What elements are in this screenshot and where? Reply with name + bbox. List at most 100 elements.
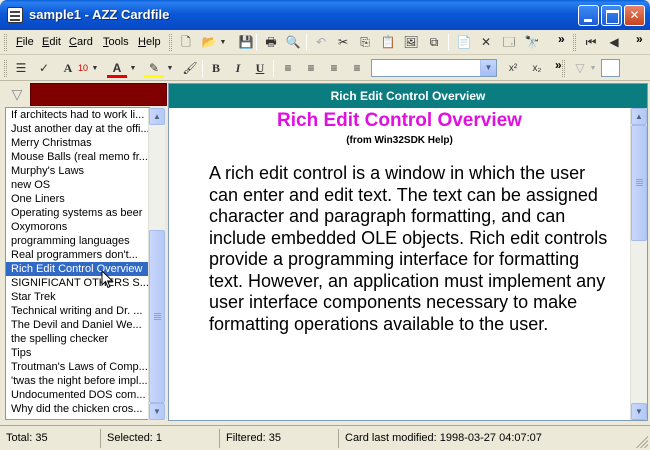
list-scrollbar[interactable]: ▲ ▼ bbox=[148, 108, 165, 420]
filter-toolbar-icon[interactable]: ▽ bbox=[570, 59, 590, 78]
paste-icon[interactable]: 📋 bbox=[378, 33, 398, 52]
align-center-icon[interactable]: ≡ bbox=[301, 59, 321, 78]
close-button[interactable]: ✕ bbox=[624, 5, 645, 26]
font-color-dropdown-icon[interactable]: ▼ bbox=[128, 59, 138, 78]
minimize-button[interactable] bbox=[578, 5, 599, 26]
highlight-dropdown-icon[interactable]: ▼ bbox=[165, 59, 175, 78]
chevron-down-icon[interactable]: ▼ bbox=[480, 60, 496, 76]
scroll-up-button[interactable]: ▲ bbox=[149, 108, 165, 125]
new-card-icon[interactable]: 📄 bbox=[454, 33, 474, 52]
list-item[interactable]: Technical writing and Dr. ... bbox=[6, 304, 149, 318]
filter-toolbar-grip[interactable] bbox=[562, 60, 565, 77]
menu-toolbar-row: File Edit Card Tools Help 🗋 📂 ▼ 💾 🖶 🔍 ↶ … bbox=[0, 30, 650, 55]
format-overflow-chevron[interactable]: » bbox=[555, 58, 562, 72]
first-card-icon[interactable]: ⏮ bbox=[581, 33, 601, 52]
save-icon[interactable]: 💾 bbox=[236, 33, 256, 52]
card-scroll-up-button[interactable]: ▲ bbox=[631, 108, 647, 125]
list-item[interactable]: Oxymorons bbox=[6, 220, 149, 234]
toolbar-separator bbox=[306, 34, 307, 51]
list-item[interactable]: Mouse Balls (real memo fr... bbox=[6, 150, 149, 164]
list-item[interactable]: the spelling checker bbox=[6, 332, 149, 346]
open-dropdown-icon[interactable]: ▼ bbox=[218, 33, 228, 52]
list-item[interactable]: Real programmers don't... bbox=[6, 248, 149, 262]
font-icon[interactable]: A bbox=[58, 59, 78, 78]
title-bar: sample1 - AZZ Cardfile ✕ bbox=[0, 0, 650, 30]
subscript-button[interactable]: x₂ bbox=[527, 59, 547, 78]
list-item[interactable]: SIGNIFICANT OTHERS S... bbox=[6, 276, 149, 290]
previous-card-icon[interactable]: ◀ bbox=[604, 33, 624, 52]
list-item[interactable]: If architects had to work li... bbox=[6, 108, 149, 122]
list-item[interactable]: 'twas the night before impl... bbox=[6, 374, 149, 388]
find-icon[interactable]: 🔭 bbox=[522, 33, 542, 52]
superscript-button[interactable]: x² bbox=[503, 59, 523, 78]
toolbar-grip[interactable] bbox=[169, 34, 172, 51]
card-body-text[interactable]: A rich edit control is a window in which… bbox=[209, 163, 609, 335]
toolbar-overflow-chevron[interactable]: » bbox=[558, 32, 565, 46]
font-color-icon[interactable]: A bbox=[107, 59, 127, 78]
card-scrollbar[interactable]: ▲ ▼ bbox=[630, 108, 647, 420]
print-preview-icon[interactable]: 🔍 bbox=[283, 33, 303, 52]
list-item[interactable]: Troutman's Laws of Comp... bbox=[6, 360, 149, 374]
insert-picture-icon[interactable]: 🖼 bbox=[401, 33, 421, 52]
toolbar-separator bbox=[256, 34, 257, 51]
menu-grip[interactable] bbox=[4, 34, 7, 51]
list-item[interactable]: Operating systems as beer bbox=[6, 206, 149, 220]
menu-help[interactable]: Help bbox=[138, 36, 161, 48]
list-item[interactable]: One Liners bbox=[6, 192, 149, 206]
style-combobox[interactable]: ▼ bbox=[371, 59, 497, 77]
format-toolbar-grip[interactable] bbox=[4, 60, 7, 77]
align-right-icon[interactable]: ≡ bbox=[324, 59, 344, 78]
nav-toolbar-grip[interactable] bbox=[573, 34, 576, 51]
underline-button[interactable]: U bbox=[250, 59, 270, 78]
nav-overflow-chevron[interactable]: » bbox=[636, 32, 643, 46]
copy-icon[interactable]: ⎘ bbox=[355, 33, 375, 52]
menu-file[interactable]: File bbox=[16, 36, 34, 48]
bold-button[interactable]: B bbox=[206, 59, 226, 78]
print-icon[interactable]: 🖶 bbox=[261, 33, 281, 52]
card-list[interactable]: If architects had to work li... Just anot… bbox=[5, 107, 150, 420]
list-item[interactable]: Just another day at the offi... bbox=[6, 122, 149, 136]
format-painter-icon[interactable]: 🖌 bbox=[180, 59, 200, 78]
list-item[interactable]: Murphy's Laws bbox=[6, 164, 149, 178]
list-item[interactable]: new OS bbox=[6, 178, 149, 192]
spell-check-icon[interactable]: ✓ bbox=[34, 59, 54, 78]
font-size-dropdown-icon[interactable]: ▼ bbox=[90, 59, 100, 78]
scroll-down-button[interactable]: ▼ bbox=[149, 403, 165, 420]
resize-grip[interactable] bbox=[636, 436, 648, 448]
list-item[interactable]: Tips bbox=[6, 346, 149, 360]
menu-file-label: ile bbox=[22, 36, 34, 48]
delete-card-icon[interactable]: ✕ bbox=[476, 33, 496, 52]
card-scroll-thumb[interactable] bbox=[631, 125, 647, 241]
highlight-icon[interactable]: ✎ bbox=[144, 59, 164, 78]
filter-input[interactable] bbox=[30, 83, 167, 106]
list-item[interactable]: Star Trek bbox=[6, 290, 149, 304]
list-item[interactable]: programming languages bbox=[6, 234, 149, 248]
app-icon[interactable] bbox=[7, 7, 23, 23]
list-item-selected[interactable]: Rich Edit Control Overview bbox=[6, 262, 149, 276]
list-item[interactable]: The Devil and Daniel We... bbox=[6, 318, 149, 332]
list-item[interactable]: Why did the chicken cros... bbox=[6, 402, 149, 416]
list-item[interactable]: Merry Christmas bbox=[6, 136, 149, 150]
align-left-icon[interactable]: ≡ bbox=[278, 59, 298, 78]
open-icon[interactable]: 📂 bbox=[199, 33, 219, 52]
undo-icon[interactable]: ↶ bbox=[311, 33, 331, 52]
filter-icon[interactable]: ▽ bbox=[6, 86, 28, 104]
menu-tools[interactable]: Tools bbox=[103, 36, 129, 48]
filter-toolbar-dropdown-icon[interactable]: ▼ bbox=[588, 59, 598, 78]
maximize-button[interactable] bbox=[601, 5, 622, 26]
numbering-icon[interactable]: ☰ bbox=[11, 59, 31, 78]
filter-toolbar-field[interactable] bbox=[601, 59, 620, 77]
list-item[interactable]: Undocumented DOS com... bbox=[6, 388, 149, 402]
card-content[interactable]: Rich Edit Control Overview (from Win32SD… bbox=[169, 108, 630, 420]
insert-object-icon[interactable]: ⧉ bbox=[424, 33, 444, 52]
italic-button[interactable]: I bbox=[228, 59, 248, 78]
menu-edit[interactable]: Edit bbox=[42, 36, 61, 48]
card-properties-icon[interactable]: 🗔 bbox=[499, 33, 519, 52]
font-size-label[interactable]: 10 bbox=[76, 59, 90, 78]
cut-icon[interactable]: ✂ bbox=[333, 33, 353, 52]
scroll-thumb[interactable] bbox=[149, 230, 165, 403]
card-scroll-down-button[interactable]: ▼ bbox=[631, 403, 647, 420]
menu-card[interactable]: Card bbox=[69, 36, 93, 48]
new-icon[interactable]: 🗋 bbox=[176, 33, 196, 52]
justify-icon[interactable]: ≡ bbox=[347, 59, 367, 78]
